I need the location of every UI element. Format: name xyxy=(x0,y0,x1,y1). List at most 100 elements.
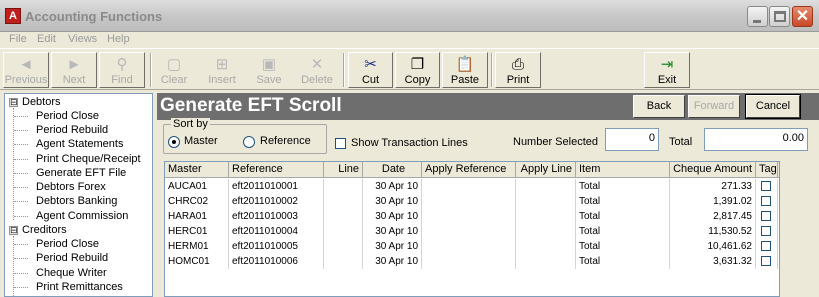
next-button[interactable]: ► Next xyxy=(51,52,97,88)
tree-item-generate-eft-file[interactable]: Generate EFT File xyxy=(5,166,152,180)
printer-icon: ⎙ xyxy=(511,56,524,73)
table-row[interactable]: HOMC01 eft2011010006 30 Apr 10 Total 3,6… xyxy=(165,254,779,269)
exit-button[interactable]: ⇥ Exit xyxy=(644,52,690,88)
app-logo-icon: A xyxy=(5,8,21,24)
column-header-tag[interactable]: Tag xyxy=(756,162,778,178)
tag-cell xyxy=(756,254,778,269)
menu-help[interactable]: Help xyxy=(107,33,130,45)
print-button[interactable]: ⎙ Print xyxy=(495,52,541,88)
column-header-master[interactable]: Master xyxy=(165,162,229,178)
tree-item-period-close[interactable]: Period Close xyxy=(5,109,152,123)
menu-views[interactable]: Views xyxy=(68,33,97,45)
column-header-item[interactable]: Item xyxy=(576,162,670,178)
page-title: Generate EFT Scroll xyxy=(160,95,342,116)
tag-cell xyxy=(756,224,778,239)
forward-button[interactable]: Forward xyxy=(688,95,740,118)
sort-master-label: Master xyxy=(184,135,218,147)
table-row[interactable]: HERM01 eft2011010005 30 Apr 10 Total 10,… xyxy=(165,239,779,254)
number-selected-field[interactable]: 0 xyxy=(605,128,659,151)
minimize-button[interactable] xyxy=(747,6,768,27)
tree-item-print-cheque-receipt[interactable]: Print Cheque/Receipt xyxy=(5,152,152,166)
column-header-date[interactable]: Date xyxy=(363,162,422,178)
scissors-icon: ✂ xyxy=(364,56,377,73)
tag-checkbox[interactable] xyxy=(761,256,771,266)
eft-scroll-panel: Generate EFT Scroll Back Forward Cancel … xyxy=(157,93,819,297)
insert-button[interactable]: ⊞ Insert xyxy=(200,52,244,88)
tag-cell xyxy=(756,194,778,209)
cut-button[interactable]: ✂ Cut xyxy=(348,52,393,88)
copy-icon: ❐ xyxy=(410,56,425,73)
tag-cell xyxy=(756,179,778,194)
cancel-button[interactable]: Cancel xyxy=(745,94,801,119)
binoculars-icon: ⚲ xyxy=(116,56,128,73)
insert-icon: ⊞ xyxy=(215,56,229,73)
column-header-cheque-amount[interactable]: Cheque Amount xyxy=(670,162,756,178)
eft-grid[interactable]: Master Reference Line Date Apply Referen… xyxy=(164,161,780,297)
tree-item-cheque-writer[interactable]: Cheque Writer xyxy=(5,266,152,280)
tag-checkbox[interactable] xyxy=(761,241,771,251)
title-bar[interactable]: A Accounting Functions ✕ xyxy=(0,0,819,32)
sort-reference-radio[interactable] xyxy=(243,136,255,148)
minimize-icon xyxy=(753,20,761,23)
tag-checkbox[interactable] xyxy=(761,211,771,221)
tree-item-agent-statements[interactable]: Agent Statements xyxy=(5,137,152,151)
toolbar: ◄ Previous ► Next ⚲ Find ▢ Clear ⊞ Inser… xyxy=(0,48,819,90)
tree-item-debtors-forex[interactable]: Debtors Forex xyxy=(5,180,152,194)
clear-icon: ▢ xyxy=(166,56,182,73)
clipboard-icon: 📋 xyxy=(455,56,475,73)
sort-by-group: Sort by Master Reference xyxy=(163,118,327,154)
table-row[interactable]: HARA01 eft2011010003 30 Apr 10 Total 2,8… xyxy=(165,209,779,224)
column-header-apply-line[interactable]: Apply Line xyxy=(516,162,576,178)
tree-item-period-close[interactable]: Period Close xyxy=(5,237,152,251)
column-header-apply-reference[interactable]: Apply Reference xyxy=(422,162,516,178)
table-row[interactable]: HERC01 eft2011010004 30 Apr 10 Total 11,… xyxy=(165,224,779,239)
menu-bar: File Edit Views Help xyxy=(0,32,819,48)
total-field[interactable]: 0.00 xyxy=(704,128,808,151)
find-button[interactable]: ⚲ Find xyxy=(99,52,145,88)
sort-reference-label: Reference xyxy=(260,135,311,147)
previous-icon: ◄ xyxy=(18,56,34,73)
exit-door-icon: ⇥ xyxy=(660,56,674,73)
table-row[interactable]: CHRC02 eft2011010002 30 Apr 10 Total 1,3… xyxy=(165,194,779,209)
back-button[interactable]: Back xyxy=(633,95,685,118)
column-header-line[interactable]: Line xyxy=(324,162,363,178)
previous-button[interactable]: ◄ Previous xyxy=(3,52,49,88)
tree-item-period-rebuild[interactable]: Period Rebuild xyxy=(5,251,152,265)
close-button[interactable]: ✕ xyxy=(792,6,813,27)
save-icon: ▣ xyxy=(261,56,277,73)
tag-checkbox[interactable] xyxy=(761,181,771,191)
delete-icon: ✕ xyxy=(310,56,324,73)
tag-checkbox[interactable] xyxy=(761,226,771,236)
column-header-reference[interactable]: Reference xyxy=(229,162,324,178)
save-button[interactable]: ▣ Save xyxy=(248,52,290,88)
tree-item-debtors-banking[interactable]: Debtors Banking xyxy=(5,194,152,208)
navigation-tree[interactable]: ⊟ Debtors Period Close Period Rebuild Ag… xyxy=(4,93,153,297)
show-transaction-lines-checkbox[interactable] xyxy=(335,138,346,149)
maximize-button[interactable] xyxy=(769,6,790,27)
tree-group-debtors[interactable]: ⊟ Debtors xyxy=(5,95,152,109)
collapse-icon[interactable]: ⊟ xyxy=(9,226,18,235)
paste-button[interactable]: 📋 Paste xyxy=(442,52,488,88)
tag-checkbox[interactable] xyxy=(761,196,771,206)
copy-button[interactable]: ❐ Copy xyxy=(395,52,440,88)
tree-item-agent-commission[interactable]: Agent Commission xyxy=(5,209,152,223)
tree-item-print-remittances[interactable]: Print Remittances xyxy=(5,280,152,294)
tree-item-period-rebuild[interactable]: Period Rebuild xyxy=(5,123,152,137)
toolbar-separator xyxy=(343,53,345,87)
next-icon: ► xyxy=(66,56,82,73)
maximize-icon xyxy=(774,11,786,22)
delete-button[interactable]: ✕ Delete xyxy=(296,52,338,88)
accounting-functions-window: A Accounting Functions ✕ File Edit Views… xyxy=(0,0,819,297)
collapse-icon[interactable]: ⊟ xyxy=(9,98,18,107)
menu-file[interactable]: File xyxy=(9,33,27,45)
menu-edit[interactable]: Edit xyxy=(37,33,56,45)
sort-master-radio[interactable] xyxy=(168,136,180,148)
number-selected-label: Number Selected xyxy=(513,136,598,148)
table-row[interactable]: AUCA01 eft2011010001 30 Apr 10 Total 271… xyxy=(165,179,779,194)
tag-cell xyxy=(756,239,778,254)
clear-button[interactable]: ▢ Clear xyxy=(155,52,193,88)
sort-by-legend: Sort by xyxy=(171,118,210,130)
tag-cell xyxy=(756,209,778,224)
tree-group-creditors[interactable]: ⊟ Creditors xyxy=(5,223,152,237)
grid-header: Master Reference Line Date Apply Referen… xyxy=(165,162,779,178)
